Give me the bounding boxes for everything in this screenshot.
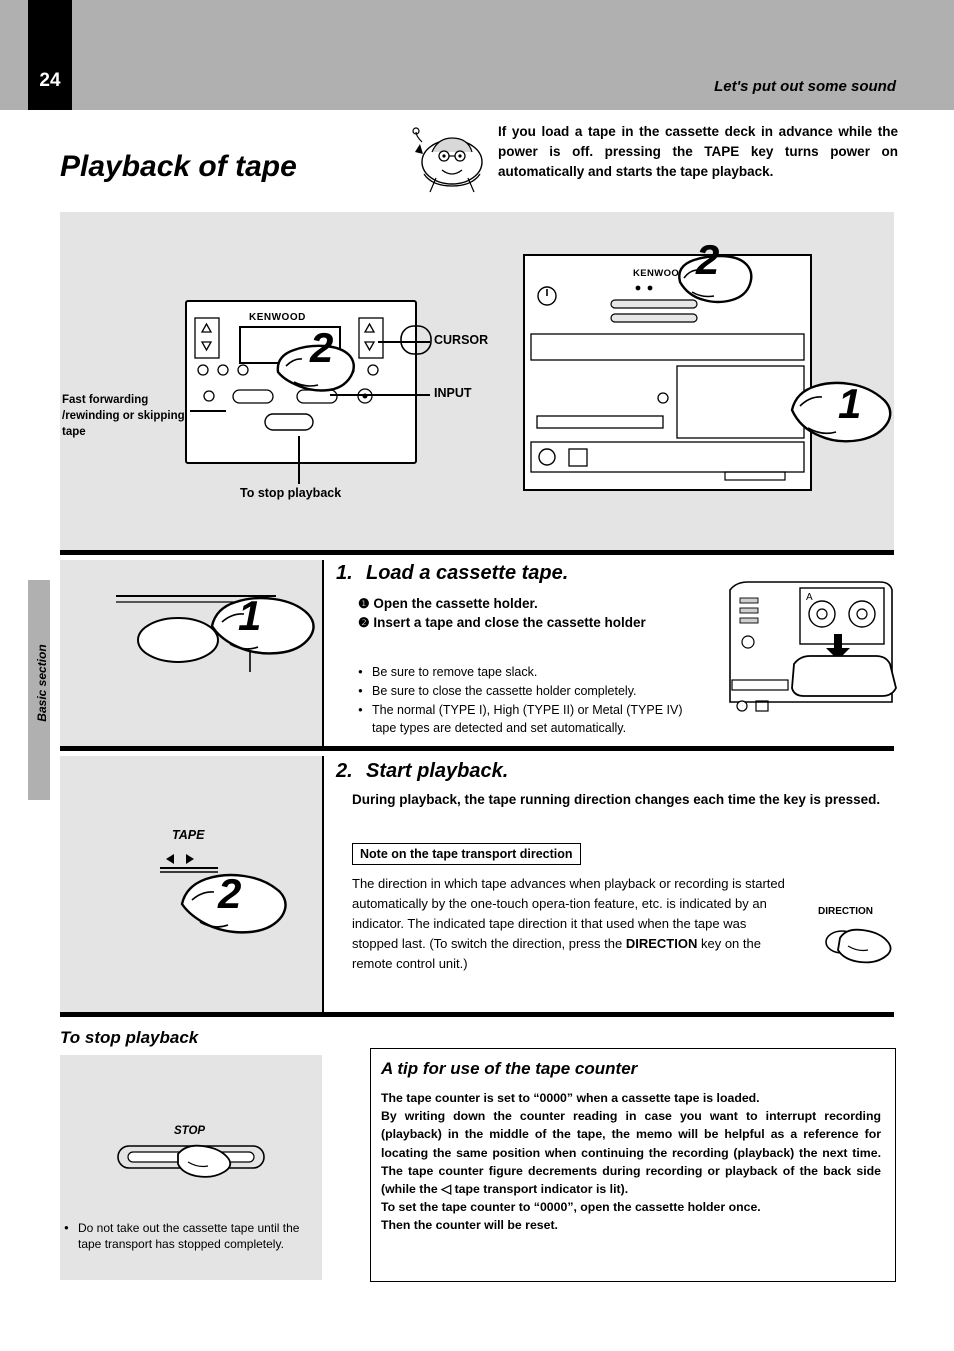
hand-callout-1-step1: 1 — [206, 586, 316, 664]
divider-1 — [60, 550, 894, 555]
stop-key-illustration — [117, 1144, 265, 1178]
step1-sub-1: ❶ Open the cassette holder. — [358, 594, 698, 613]
hand-callout-2-step2: 2 — [176, 862, 288, 944]
callout-number-1-step1: 1 — [238, 592, 262, 639]
circled-one-icon: ❶ — [358, 596, 370, 611]
tip-line-3: To set the tape counter to “0000”, open … — [381, 1200, 761, 1215]
ff-leader — [190, 410, 226, 412]
step2-divider — [322, 756, 324, 1012]
deck-letter-a: A — [806, 592, 813, 603]
callout-number-2-step2: 2 — [218, 870, 242, 917]
step1-sub-2: ❷ Insert a tape and close the cassette h… — [358, 613, 658, 632]
step1-bullets: Be sure to remove tape slack. Be sure to… — [358, 663, 710, 738]
circled-two-icon: ❷ — [358, 615, 370, 630]
step1-number: 1. — [336, 562, 353, 584]
stop-note-text: Do not take out the cassette tape until … — [64, 1220, 314, 1252]
cursor-callout-frame — [400, 325, 432, 355]
step1-title: Load a cassette tape. — [366, 562, 569, 584]
divider-2 — [60, 746, 894, 751]
tip-line-2b-text: tape transport indicator is lit). — [454, 1182, 629, 1197]
step1-sub1-text: Open the cassette holder. — [373, 596, 538, 611]
callout-number-2-top: 2 — [696, 236, 720, 283]
tip-line-2: By writing down the counter reading in c… — [381, 1107, 881, 1198]
unit-details — [530, 285, 805, 481]
fast-forward-label: Fast forwarding /rewinding or skipping t… — [62, 394, 185, 438]
step2-direction-key: DIRECTION — [625, 936, 698, 951]
step1-bullet-2: The normal (TYPE I), High (TYPE II) or M… — [358, 701, 710, 737]
intro-text: If you load a tape in the cassette deck … — [498, 124, 898, 179]
mascot-icon — [412, 127, 483, 193]
side-tab: Basic section — [28, 580, 50, 800]
stop-playback-label: To stop playback — [240, 486, 342, 500]
hand-callout-2-remote: 2 — [272, 324, 368, 398]
stereo-unit-illustration: KENWOOD — [523, 254, 812, 491]
callout-number-1-unit: 1 — [838, 380, 862, 427]
stop-note: Do not take out the cassette tape until … — [64, 1220, 314, 1252]
tip-line-1: The tape counter is set to “0000” when a… — [381, 1091, 760, 1105]
tape-key-label: TAPE — [172, 828, 205, 842]
step2-note-box-wrap: Note on the tape transport direction — [352, 843, 581, 865]
stop-leader — [298, 436, 300, 484]
step1-sub2-text: Insert a tape and close the cassette hol… — [373, 615, 646, 630]
cursor-label: CURSOR — [434, 333, 489, 347]
page-title: Playback of tape — [60, 150, 297, 183]
direction-key-illustration — [825, 928, 892, 964]
section-title: Let's put out some sound — [714, 78, 896, 95]
note-box: Note on the tape transport direction — [352, 843, 581, 865]
step2-title: Start playback. — [366, 760, 509, 782]
cassette-deck-illustration: A — [729, 581, 897, 712]
tip-box: A tip for use of the tape counter The ta… — [370, 1048, 896, 1282]
callout-number-2-remote: 2 — [310, 324, 334, 371]
step1-bullet-1: Be sure to close the cassette holder com… — [358, 682, 710, 700]
tip-body: The tape counter is set to “0000” when a… — [381, 1089, 881, 1235]
tip-title: A tip for use of the tape counter — [381, 1059, 638, 1078]
direction-label: DIRECTION — [818, 906, 873, 917]
tip-line-4: Then the counter will be reset. — [381, 1218, 558, 1233]
page-number: 24 — [39, 70, 61, 91]
input-label: INPUT — [434, 386, 472, 400]
hand-callout-2-top: 2 — [672, 236, 762, 308]
step2-number: 2. — [336, 760, 353, 782]
manual-page: 24 Let's put out some sound Basic sectio… — [0, 0, 954, 1351]
hand-callout-1-unit: 1 — [786, 368, 894, 450]
stop-key-label: STOP — [174, 1125, 206, 1137]
back-side-arrow-icon: ◁ — [441, 1181, 452, 1197]
step2-lead: During playback, the tape running direct… — [352, 792, 881, 807]
step1-bullet-0: Be sure to remove tape slack. — [358, 663, 710, 681]
step1-divider — [322, 560, 324, 746]
divider-3 — [60, 1012, 894, 1017]
step2-paragraph: The direction in which tape advances whe… — [352, 874, 792, 974]
stop-playback-heading: To stop playback — [60, 1028, 199, 1047]
side-tab-label: Basic section — [35, 644, 49, 722]
